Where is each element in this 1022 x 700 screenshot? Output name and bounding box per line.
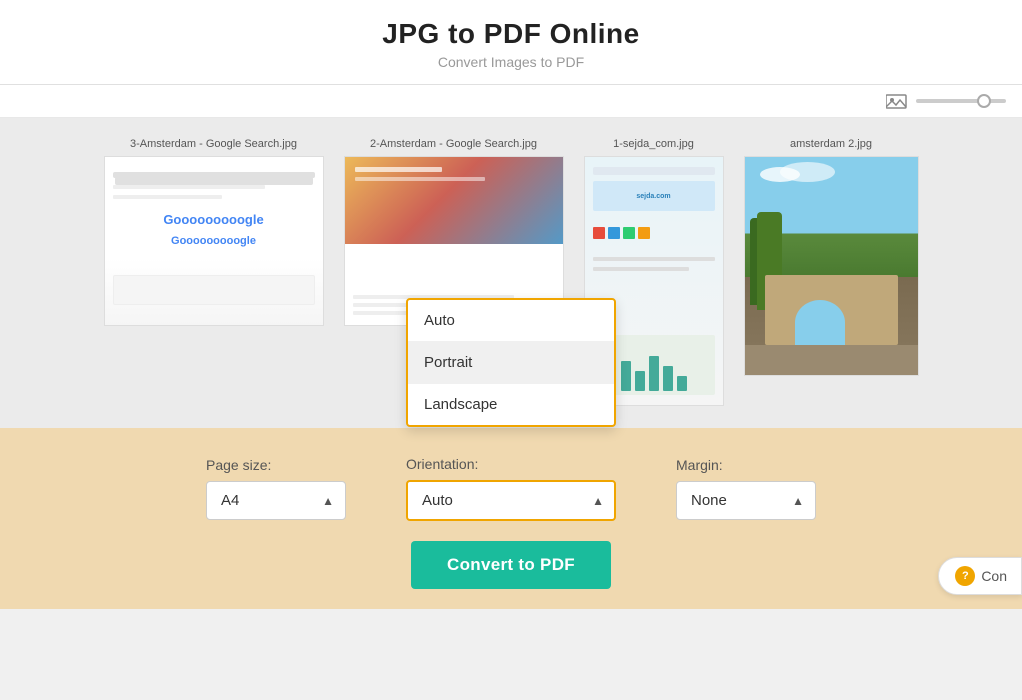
orientation-select[interactable]: Auto Portrait Landscape	[406, 480, 616, 521]
orientation-group: Orientation: Auto Portrait Landscape ▲	[406, 456, 616, 521]
page-size-select-wrapper: A4 Letter A3 ▲	[206, 481, 346, 520]
page-size-label: Page size:	[206, 457, 271, 473]
orientation-label: Orientation:	[406, 456, 478, 472]
zoom-slider[interactable]	[916, 99, 1006, 103]
dropdown-option-portrait[interactable]: Portrait	[408, 342, 614, 384]
image-card: 3-Amsterdam - Google Search.jpg Gooooooo…	[104, 138, 324, 326]
controls-row: Page size: A4 Letter A3 ▲ Orientation: A…	[0, 428, 1022, 541]
image-label: amsterdam 2.jpg	[790, 138, 872, 150]
controls-area: Auto Portrait Landscape Page size: A4 Le…	[0, 428, 1022, 609]
page-header: JPG to PDF Online Convert Images to PDF	[0, 0, 1022, 85]
con-button[interactable]: ? Con	[938, 557, 1022, 595]
page-size-group: Page size: A4 Letter A3 ▲	[206, 457, 346, 520]
con-label: Con	[981, 568, 1007, 584]
margin-label: Margin:	[676, 457, 723, 473]
convert-button[interactable]: Convert to PDF	[411, 541, 611, 589]
convert-btn-row: Convert to PDF	[0, 541, 1022, 609]
dropdown-option-auto[interactable]: Auto	[408, 300, 614, 342]
margin-select-wrapper: None Small Medium Large ▲	[676, 481, 816, 520]
image-label: 1-sejda_com.jpg	[613, 138, 694, 150]
dropdown-option-landscape[interactable]: Landscape	[408, 384, 614, 425]
image-card: amsterdam 2.jpg	[744, 138, 919, 376]
margin-group: Margin: None Small Medium Large ▲	[676, 457, 816, 520]
orientation-dropdown[interactable]: Auto Portrait Landscape	[406, 298, 616, 427]
zoom-bar	[0, 85, 1022, 118]
con-icon: ?	[955, 566, 975, 586]
page-subtitle: Convert Images to PDF	[0, 54, 1022, 70]
image-label: 2-Amsterdam - Google Search.jpg	[370, 138, 537, 150]
margin-select[interactable]: None Small Medium Large	[676, 481, 816, 520]
image-thumbnail: Gooooooooogle	[104, 156, 324, 326]
page-title: JPG to PDF Online	[0, 18, 1022, 50]
image-label: 3-Amsterdam - Google Search.jpg	[130, 138, 297, 150]
image-thumbnail	[744, 156, 919, 376]
page-size-select[interactable]: A4 Letter A3	[206, 481, 346, 520]
image-icon	[886, 93, 908, 109]
orientation-select-wrapper: Auto Portrait Landscape ▲	[406, 480, 616, 521]
